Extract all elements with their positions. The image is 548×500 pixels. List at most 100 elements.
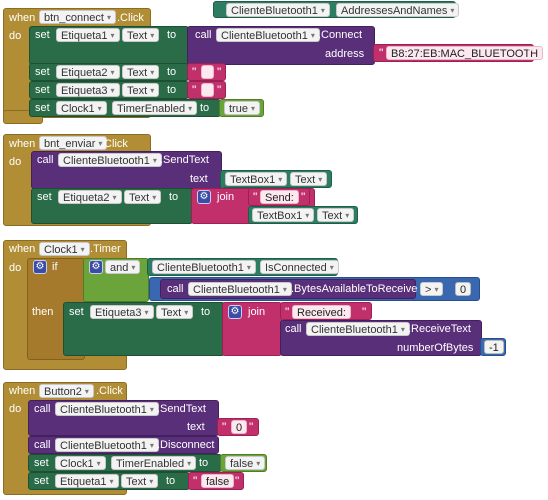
to-label: to: [167, 66, 177, 78]
component-dropdown[interactable]: ClienteBluetooth1 ▾: [55, 402, 159, 416]
dropdown-arrow-icon: ▾: [131, 263, 136, 273]
dropdown-arrow-icon: ▾: [112, 193, 117, 203]
clock1-dropdown[interactable]: Clock1 ▾: [39, 242, 90, 256]
component-dropdown[interactable]: TextBox1 ▾: [252, 208, 315, 222]
to-label: to: [167, 29, 177, 41]
property-dropdown[interactable]: TimerEnabled ▾: [112, 101, 198, 115]
quote-icon: ": [379, 46, 384, 60]
property-dropdown[interactable]: Text ▾: [122, 28, 160, 42]
dropdown-arrow-icon: ▾: [310, 31, 315, 41]
property-dropdown[interactable]: Text ▾: [317, 208, 355, 222]
empty-string-value[interactable]: [201, 65, 214, 79]
component-dropdown[interactable]: ClienteBluetooth1 ▾: [188, 282, 292, 296]
addresses-and-names-block[interactable]: ClienteBluetooth1 ▾ AddressesAndNames ▾: [213, 1, 460, 18]
component-dropdown[interactable]: ClienteBluetooth1 ▾: [55, 438, 159, 452]
click-event-label: .Click: [96, 385, 123, 397]
property-dropdown[interactable]: IsConnected ▾: [260, 260, 339, 274]
component-dropdown[interactable]: ClienteBluetooth1 ▾: [306, 322, 410, 336]
property-dropdown[interactable]: Text ▾: [124, 190, 162, 204]
dropdown-arrow-icon: ▾: [110, 86, 115, 96]
dropdown-arrow-icon: ▾: [434, 285, 439, 295]
join-label: join: [217, 191, 235, 203]
property-dropdown[interactable]: Text ▾: [290, 172, 328, 186]
property-dropdown[interactable]: Text ▾: [122, 65, 160, 79]
boolean-dropdown[interactable]: true ▾: [224, 101, 260, 115]
when-label: when: [9, 385, 36, 397]
do-label: do: [9, 403, 22, 415]
zero-string-value[interactable]: 0: [231, 420, 248, 434]
click-event-label: .Click: [117, 12, 144, 24]
button2-dropdown[interactable]: Button2 ▾: [39, 384, 94, 398]
false-string-value[interactable]: false: [201, 474, 235, 488]
component-dropdown[interactable]: Clock1 ▾: [56, 101, 107, 115]
component-dropdown[interactable]: ClienteBluetooth1 ▾: [152, 260, 256, 274]
to-label: to: [199, 457, 209, 469]
set-label: set: [34, 475, 49, 487]
component-dropdown[interactable]: Etiqueta2 ▾: [56, 65, 120, 79]
component-dropdown[interactable]: Etiqueta1 ▾: [56, 28, 120, 42]
dropdown-arrow-icon: ▾: [149, 477, 154, 487]
gear-icon[interactable]: ⚙: [197, 190, 211, 204]
dropdown-arrow-icon: ▾: [184, 308, 189, 318]
property-dropdown[interactable]: Text ▾: [122, 83, 160, 97]
send-string-value[interactable]: Send:: [260, 190, 299, 204]
set-label: set: [35, 66, 50, 78]
minus1-number-value[interactable]: -1: [484, 340, 504, 354]
property-dropdown[interactable]: TimerEnabled ▾: [111, 456, 197, 470]
empty-string-value[interactable]: [201, 83, 214, 97]
if-label: if: [52, 261, 58, 273]
call-label: call: [167, 283, 184, 295]
bnt-enviar-dropdown[interactable]: bnt_enviar ▾: [39, 136, 108, 150]
btn-connect-dropdown[interactable]: btn_connect ▾: [39, 10, 116, 24]
call-label: call: [195, 29, 212, 41]
boolean-dropdown[interactable]: false ▾: [225, 456, 266, 470]
and-dropdown[interactable]: and ▾: [105, 260, 141, 274]
dropdown-arrow-icon: ▾: [110, 31, 115, 41]
to-label: to: [169, 191, 179, 203]
component-dropdown[interactable]: Clock1 ▾: [55, 456, 106, 470]
timer-event-label: .Timer: [90, 243, 121, 255]
dropdown-arrow-icon: ▾: [150, 86, 155, 96]
dropdown-arrow-icon: ▾: [149, 441, 154, 451]
component-dropdown[interactable]: ClienteBluetooth1 ▾: [216, 28, 320, 42]
dropdown-arrow-icon: ▾: [150, 31, 155, 41]
property-dropdown[interactable]: Text ▾: [156, 305, 194, 319]
component-dropdown[interactable]: ClienteBluetooth1 ▾: [58, 153, 162, 167]
dropdown-arrow-icon: ▾: [97, 104, 102, 114]
call-label: call: [34, 403, 51, 415]
gear-icon[interactable]: ⚙: [89, 260, 103, 274]
when-label: when: [9, 12, 36, 24]
component-dropdown[interactable]: Etiqueta1 ▾: [55, 474, 119, 488]
gear-icon[interactable]: ⚙: [33, 260, 47, 274]
sendtext-method-label: .SendText: [160, 154, 209, 166]
quote-icon: ": [192, 83, 197, 97]
call-label: call: [34, 439, 51, 451]
dropdown-arrow-icon: ▾: [318, 175, 323, 185]
set-label: set: [34, 457, 49, 469]
component-dropdown[interactable]: Etiqueta3 ▾: [56, 83, 120, 97]
disconnect-method-label: .Disconnect: [157, 439, 215, 451]
connect-method-label: .Connect: [318, 29, 363, 41]
property-dropdown[interactable]: Text ▾: [121, 474, 159, 488]
numberofbytes-param-label: numberOfBytes: [397, 342, 474, 354]
dropdown-arrow-icon: ▾: [256, 459, 261, 469]
operator-dropdown[interactable]: > ▾: [420, 282, 444, 296]
component-dropdown[interactable]: Etiqueta2 ▾: [58, 190, 122, 204]
quote-icon: ": [217, 65, 222, 79]
component-dropdown[interactable]: ClienteBluetooth1 ▾: [226, 3, 330, 17]
gear-icon[interactable]: ⚙: [228, 305, 242, 319]
received-string-value[interactable]: Received:: [292, 305, 351, 319]
click-event-label: .Click: [101, 138, 128, 150]
component-dropdown[interactable]: TextBox1 ▾: [225, 172, 288, 186]
dropdown-arrow-icon: ▾: [188, 104, 193, 114]
zero-number-value[interactable]: 0: [455, 282, 472, 296]
quote-icon: ": [193, 474, 198, 488]
mac-address-value[interactable]: B8:27:EB:MAC_BLUETOOTH: [386, 46, 544, 60]
quote-icon: ": [362, 305, 367, 319]
component-dropdown[interactable]: Etiqueta3 ▾: [90, 305, 154, 319]
set-label: set: [35, 29, 50, 41]
dropdown-arrow-icon: ▾: [320, 6, 325, 16]
property-dropdown[interactable]: AddressesAndNames ▾: [336, 3, 460, 17]
bytesavailable-method-label: .BytesAvailableToReceive: [291, 283, 418, 295]
dropdown-arrow-icon: ▾: [80, 245, 85, 255]
